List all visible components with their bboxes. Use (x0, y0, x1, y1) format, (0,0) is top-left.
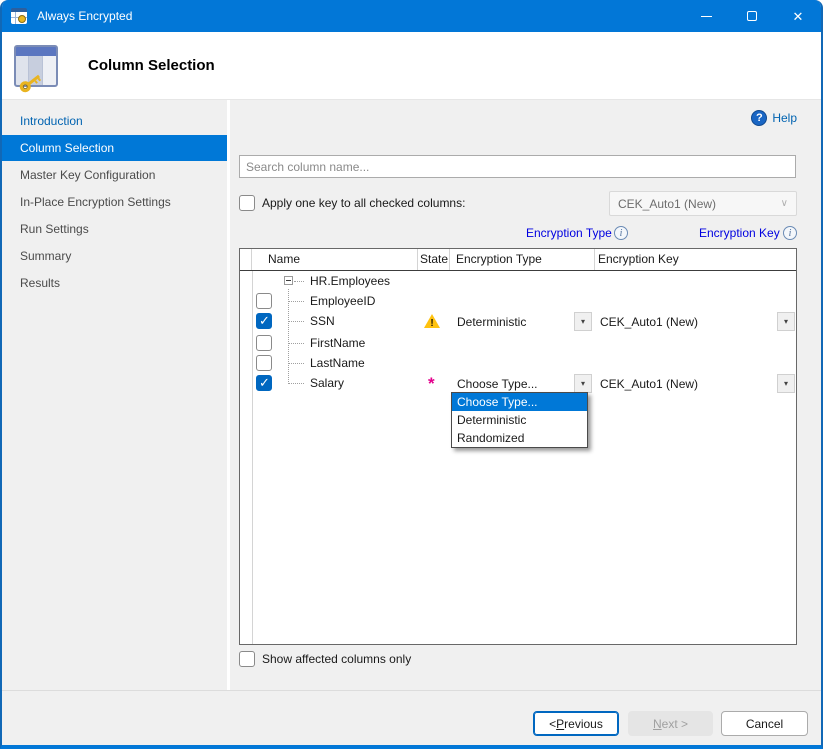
wizard-steps-sidebar: Introduction Column Selection Master Key… (2, 100, 230, 690)
next-button-rest: ext > (662, 717, 688, 731)
app-table-key-icon (11, 8, 27, 24)
firstname-checkbox[interactable] (256, 335, 272, 351)
encryption-key-info-icon[interactable]: i (783, 226, 797, 240)
encryption-key-link[interactable]: Encryption Key (699, 226, 780, 240)
column-name: FirstName (310, 336, 365, 350)
encryption-type-link[interactable]: Encryption Type (526, 226, 612, 240)
table-row-firstname: FirstName (240, 333, 796, 353)
close-button[interactable]: ✕ (775, 0, 821, 32)
employeeid-checkbox[interactable] (256, 293, 272, 309)
collapse-expander-icon[interactable] (284, 276, 293, 285)
table-row-employeeid: EmployeeID (240, 291, 796, 311)
sidebar-item-summary[interactable]: Summary (2, 243, 227, 269)
column-name: SSN (310, 314, 335, 328)
sidebar-item-results[interactable]: Results (2, 270, 227, 296)
wizard-footer: < Previous Next > Cancel (2, 690, 821, 745)
apply-one-key-checkbox[interactable] (239, 195, 255, 211)
previous-button-prefix: < (549, 717, 556, 731)
sidebar-item-in-place-encryption-settings[interactable]: In-Place Encryption Settings (2, 189, 227, 215)
previous-button-rest: revious (564, 717, 603, 731)
ssn-checkbox[interactable] (256, 313, 272, 329)
page-title: Column Selection (88, 57, 215, 74)
previous-button-accesskey: P (556, 717, 564, 731)
table-row-ssn: SSN Deterministic ▾ CEK_Auto1 (New) ▾ (240, 311, 796, 333)
show-affected-columns-checkbox[interactable] (239, 651, 255, 667)
grid-header-state[interactable]: State (418, 249, 450, 270)
sidebar-item-master-key-configuration[interactable]: Master Key Configuration (2, 162, 227, 188)
window-title: Always Encrypted (37, 9, 132, 23)
apply-one-key-label: Apply one key to all checked columns: (262, 196, 465, 210)
chevron-down-icon: ∨ (781, 198, 788, 209)
help-label: Help (772, 111, 797, 125)
salary-encryption-key-dropdown-button[interactable]: ▾ (777, 374, 795, 393)
help-link[interactable]: ? Help (751, 110, 797, 126)
dropdown-option-deterministic[interactable]: Deterministic (452, 411, 587, 429)
key-icon (18, 70, 45, 95)
ssn-encryption-type-value: Deterministic (457, 315, 526, 329)
table-key-icon (14, 45, 58, 87)
next-button[interactable]: Next > (628, 711, 713, 736)
sidebar-item-introduction[interactable]: Introduction (2, 108, 227, 134)
encryption-type-info-icon[interactable]: i (614, 226, 628, 240)
next-button-accesskey: N (653, 717, 662, 731)
maximize-button[interactable] (729, 0, 775, 32)
sidebar-item-run-settings[interactable]: Run Settings (2, 216, 227, 242)
minimize-button[interactable] (683, 0, 729, 32)
grid-header-name[interactable]: Name (252, 249, 418, 270)
warning-icon (424, 314, 440, 328)
salary-encryption-key-value: CEK_Auto1 (New) (600, 377, 698, 391)
column-selection-page: ? Help Apply one key to all checked colu… (230, 100, 821, 690)
wizard-header: Column Selection (2, 32, 821, 100)
apply-key-combobox: CEK_Auto1 (New) ∨ (609, 191, 797, 216)
table-row-lastname: LastName (240, 353, 796, 373)
grid-header-row: Name State Encryption Type Encryption Ke… (240, 249, 796, 271)
dropdown-option-choose-type[interactable]: Choose Type... (452, 393, 587, 411)
column-name: LastName (310, 356, 365, 370)
titlebar: Always Encrypted ✕ (2, 0, 821, 32)
lastname-checkbox[interactable] (256, 355, 272, 371)
always-encrypted-wizard-window: Always Encrypted ✕ Column Selection Intr… (0, 0, 823, 749)
required-asterisk-icon: * (428, 375, 435, 392)
help-question-icon: ? (751, 110, 767, 126)
grid-rowheader-column (240, 249, 252, 270)
salary-checkbox[interactable] (256, 375, 272, 391)
minimize-icon (701, 16, 712, 17)
encryption-type-dropdown-list: Choose Type... Deterministic Randomized (451, 392, 588, 448)
column-name: Salary (310, 376, 344, 390)
salary-encryption-type-dropdown-button[interactable]: ▾ (574, 374, 592, 393)
column-name: EmployeeID (310, 294, 375, 308)
previous-button[interactable]: < Previous (533, 711, 619, 736)
maximize-icon (747, 11, 757, 21)
group-name: HR.Employees (310, 274, 390, 288)
dropdown-option-randomized[interactable]: Randomized (452, 429, 587, 447)
table-row-hr-employees: HR.Employees (240, 271, 796, 291)
grid-header-encryption-type[interactable]: Encryption Type (450, 249, 595, 270)
search-column-input[interactable] (239, 155, 796, 178)
ssn-encryption-key-dropdown-button[interactable]: ▾ (777, 312, 795, 331)
show-affected-columns-label: Show affected columns only (262, 652, 411, 666)
ssn-encryption-type-dropdown-button[interactable]: ▾ (574, 312, 592, 331)
salary-encryption-type-value: Choose Type... (457, 377, 538, 391)
sidebar-item-column-selection[interactable]: Column Selection (2, 135, 227, 161)
close-icon: ✕ (793, 10, 804, 23)
grid-header-encryption-key[interactable]: Encryption Key (595, 249, 796, 270)
apply-key-value: CEK_Auto1 (New) (618, 197, 716, 211)
ssn-encryption-key-value: CEK_Auto1 (New) (600, 315, 698, 329)
cancel-button[interactable]: Cancel (721, 711, 808, 736)
